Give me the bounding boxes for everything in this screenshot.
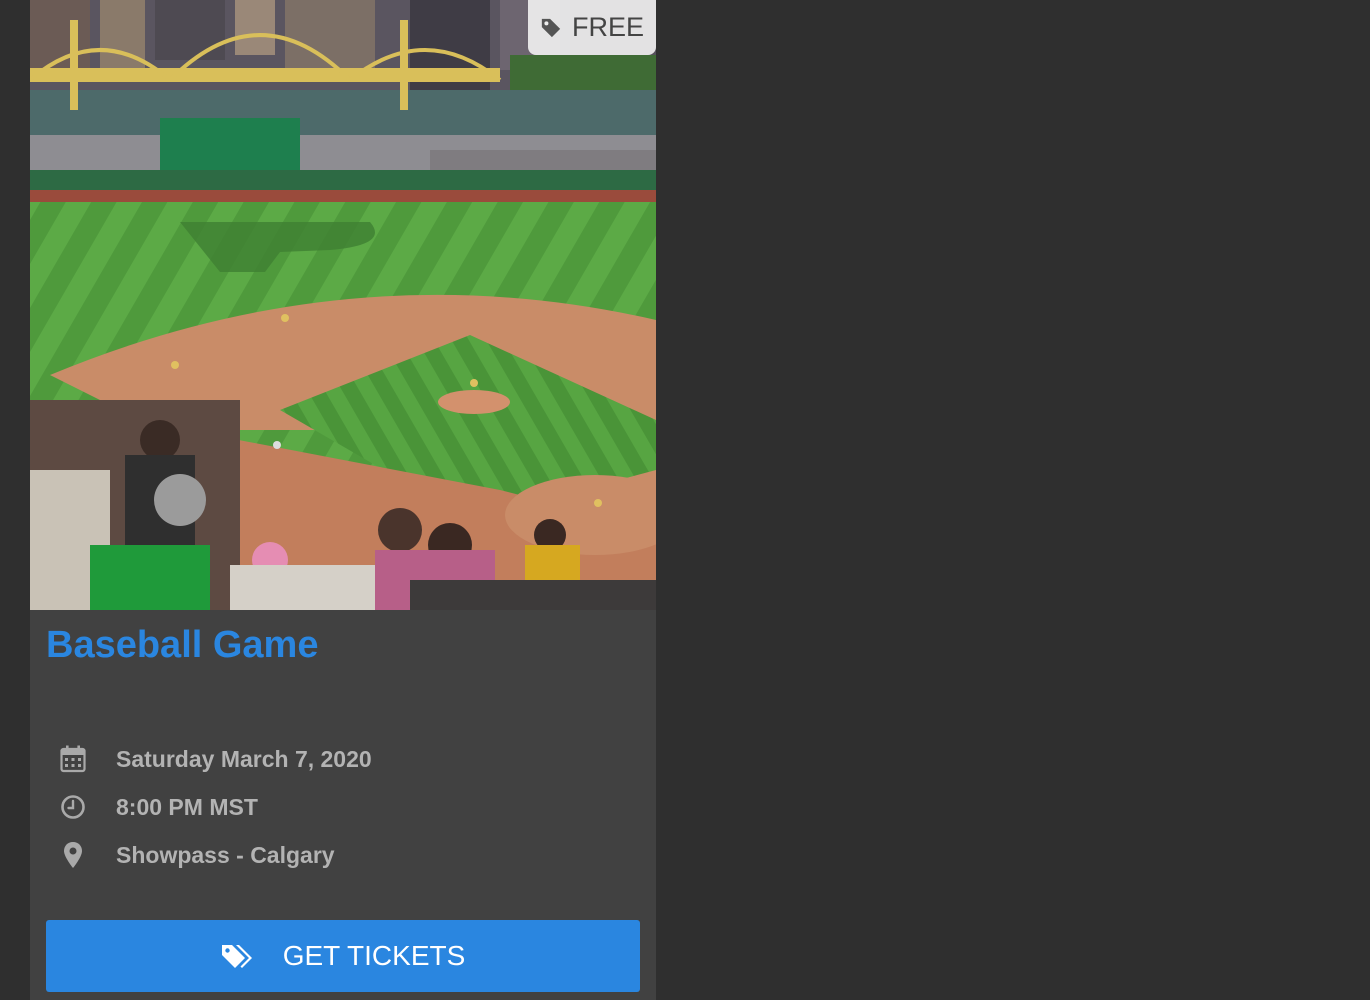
calendar-icon [30, 745, 116, 773]
event-details: Saturday March 7, 2020 8:00 PM MST Showp… [30, 735, 656, 879]
tags-icon [221, 942, 253, 970]
event-location[interactable]: Showpass - Calgary [116, 842, 335, 869]
event-image[interactable]: FREE [30, 0, 656, 610]
event-date: Saturday March 7, 2020 [116, 745, 372, 772]
event-location-row: Showpass - Calgary [30, 831, 656, 879]
event-title[interactable]: Baseball Game [46, 624, 318, 667]
tag-icon [540, 17, 562, 39]
get-tickets-label: GET TICKETS [282, 940, 466, 971]
event-time: 8:00 PM MST [116, 793, 258, 820]
event-card: FREE Baseball Game Saturday March 7, 202… [30, 0, 656, 1000]
map-marker-icon [30, 841, 116, 869]
get-tickets-button[interactable]: GET TICKETS [46, 920, 640, 992]
price-label: FREE [571, 12, 644, 42]
event-time-row: 8:00 PM MST [30, 783, 656, 831]
price-badge: FREE [528, 0, 656, 55]
event-date-row: Saturday March 7, 2020 [30, 735, 656, 783]
stadium-photo [30, 0, 656, 610]
clock-icon [30, 794, 116, 820]
